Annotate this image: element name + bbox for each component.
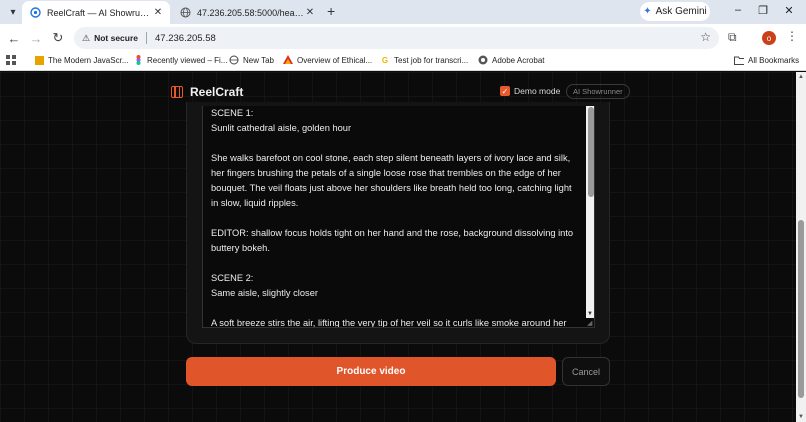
film-icon (171, 86, 183, 98)
demo-mode-toggle[interactable]: ✓ Demo mode (500, 86, 560, 96)
scrollbar-thumb[interactable] (587, 107, 594, 197)
bookmark-label: Overview of Ethical... (297, 55, 373, 65)
close-tab-icon[interactable]: ✕ (152, 7, 164, 18)
script-paragraph: SCENE 1: Sunlit cathedral aisle, golden … (211, 108, 352, 133)
bookmark-item[interactable]: Recently viewed – Fi... (133, 55, 227, 65)
folder-icon (734, 55, 744, 65)
bookmark-label: Test job for transcri... (394, 55, 469, 65)
bookmark-label: New Tab (243, 55, 274, 65)
script-paragraph: EDITOR: shallow focus holds tight on her… (211, 228, 574, 253)
app-page: ReelCraft ✓ Demo mode AI Showrunner SCEN… (0, 72, 796, 422)
tab-strip: ▾ ReelCraft — AI Showrunner ✕ 47.236.205… (0, 0, 806, 24)
globe-icon (229, 55, 239, 65)
divider (146, 32, 148, 44)
script-textarea[interactable]: SCENE 1: Sunlit cathedral aisle, golden … (202, 106, 595, 328)
url-text[interactable]: 47.236.205.58 (155, 33, 216, 44)
tab-health[interactable]: 47.236.205.58:5000/health ✕ (172, 1, 322, 24)
textarea-scrollbar[interactable]: ▼ (586, 106, 594, 318)
bookmark-item[interactable]: Adobe Acrobat (478, 55, 544, 65)
scroll-down-arrow-icon[interactable]: ▼ (587, 311, 593, 317)
apps-grid-icon[interactable] (6, 55, 16, 65)
brand[interactable]: ReelCraft (171, 85, 243, 99)
profile-avatar[interactable]: o (762, 31, 776, 45)
warning-icon[interactable]: ⚠ (82, 33, 90, 44)
back-arrow-icon[interactable]: ← (6, 30, 22, 46)
demo-mode-label: Demo mode (514, 86, 561, 96)
scroll-up-arrow-icon[interactable]: ▲ (798, 74, 804, 80)
bookmark-favicon-icon (34, 55, 44, 65)
bookmark-star-icon[interactable]: ☆ (700, 30, 711, 44)
ask-gemini-label: Ask Gemini (655, 6, 707, 17)
reload-icon[interactable]: ↻ (50, 30, 66, 46)
bookmark-label: Recently viewed – Fi... (147, 55, 228, 65)
bookmark-item[interactable]: The Modern JavaScr... (34, 55, 128, 65)
extensions-icon[interactable]: ⧉ (728, 30, 737, 45)
all-bookmarks-button[interactable]: All Bookmarks (734, 55, 799, 65)
bookmarks-bar: The Modern JavaScr... Recently viewed – … (0, 52, 806, 71)
restore-icon[interactable]: ❐ (755, 4, 771, 17)
scroll-down-arrow-icon[interactable]: ▼ (798, 414, 804, 420)
bookmark-item[interactable]: New Tab (229, 55, 274, 65)
page-scrollbar[interactable]: ▲ ▼ (796, 72, 806, 422)
forward-arrow-icon[interactable]: → (28, 30, 44, 46)
address-bar[interactable]: ⚠ Not secure 47.236.205.58 ☆ (74, 27, 719, 49)
tab-title: ReelCraft — AI Showrunner (47, 7, 152, 18)
ask-gemini-button[interactable]: ✦ Ask Gemini (640, 2, 710, 21)
close-window-icon[interactable]: ✕ (781, 4, 797, 17)
security-status[interactable]: Not secure (94, 33, 138, 43)
script-text[interactable]: SCENE 1: Sunlit cathedral aisle, golden … (211, 106, 577, 328)
bookmark-label: The Modern JavaScr... (48, 55, 129, 65)
bookmark-label: Adobe Acrobat (492, 55, 545, 65)
all-bookmarks-label: All Bookmarks (748, 55, 800, 65)
close-tab-icon[interactable]: ✕ (304, 7, 316, 18)
new-tab-icon[interactable]: + (327, 4, 335, 18)
brand-name: ReelCraft (190, 85, 244, 99)
tab-title: 47.236.205.58:5000/health (197, 7, 304, 18)
tab-reelcraft[interactable]: ReelCraft — AI Showrunner ✕ (22, 1, 170, 24)
checkbox-checked-icon[interactable]: ✓ (500, 86, 510, 96)
bookmark-favicon-icon (283, 55, 293, 65)
web-icon (30, 7, 41, 18)
cancel-button[interactable]: Cancel (562, 357, 610, 386)
bookmark-item[interactable]: Overview of Ethical... (283, 55, 372, 65)
resize-grip-icon[interactable]: ◢ (587, 319, 592, 327)
bookmark-item[interactable]: G Test job for transcri... (380, 55, 468, 65)
browser-toolbar: ← → ↻ ⚠ Not secure 47.236.205.58 ☆ ⧉ o ⋮ (0, 24, 806, 52)
figma-icon (133, 55, 143, 65)
script-paragraph: SCENE 2: Same aisle, slightly closer (211, 273, 318, 298)
scrollbar-thumb[interactable] (798, 220, 804, 398)
script-paragraph: A soft breeze stirs the air, lifting the… (211, 318, 567, 328)
globe-icon (180, 7, 191, 18)
ai-showrunner-badge: AI Showrunner (566, 84, 630, 99)
sparkle-icon: ✦ (643, 6, 652, 17)
tab-search-icon[interactable]: ▾ (5, 4, 21, 20)
produce-video-button[interactable]: Produce video (186, 357, 556, 386)
script-paragraph: She walks barefoot on cool stone, each s… (211, 153, 572, 208)
globe-icon (478, 55, 488, 65)
minimize-icon[interactable]: – (730, 4, 746, 16)
bookmark-favicon-icon: G (381, 55, 389, 65)
menu-kebab-icon[interactable]: ⋮ (786, 29, 798, 43)
